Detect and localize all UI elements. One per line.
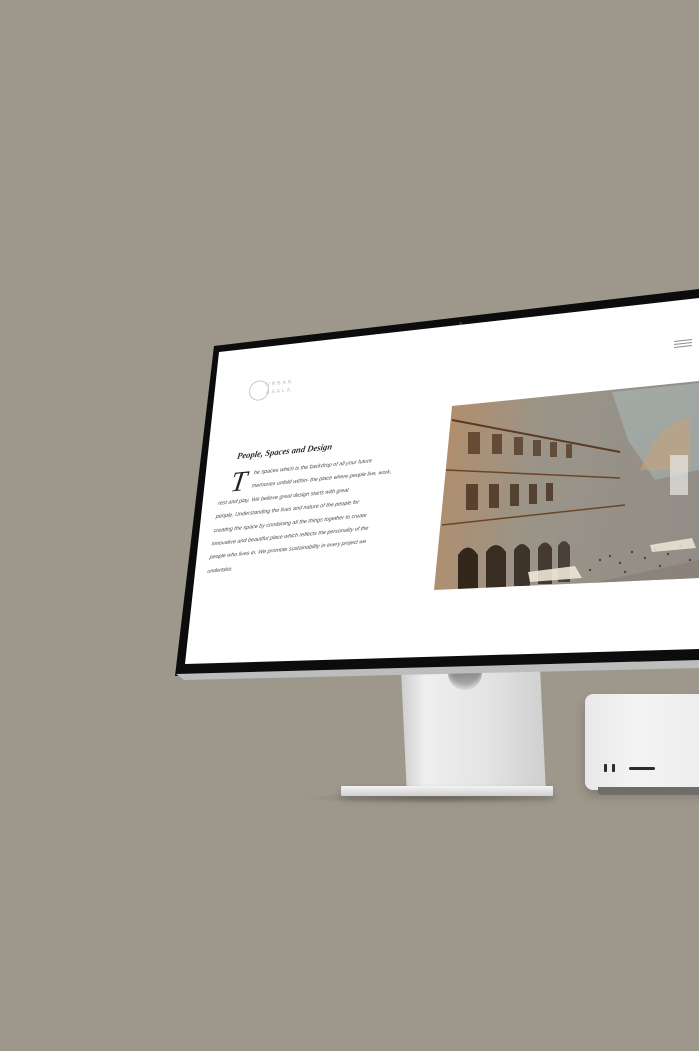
mockup-scene: URBAN ASALA People, Spaces and Design T …	[0, 0, 699, 1051]
galleria-facade-detail	[185, 298, 699, 664]
monitor: URBAN ASALA People, Spaces and Design T …	[0, 0, 699, 1051]
website-page: URBAN ASALA People, Spaces and Design T …	[185, 298, 699, 664]
camera-icon	[459, 322, 462, 325]
